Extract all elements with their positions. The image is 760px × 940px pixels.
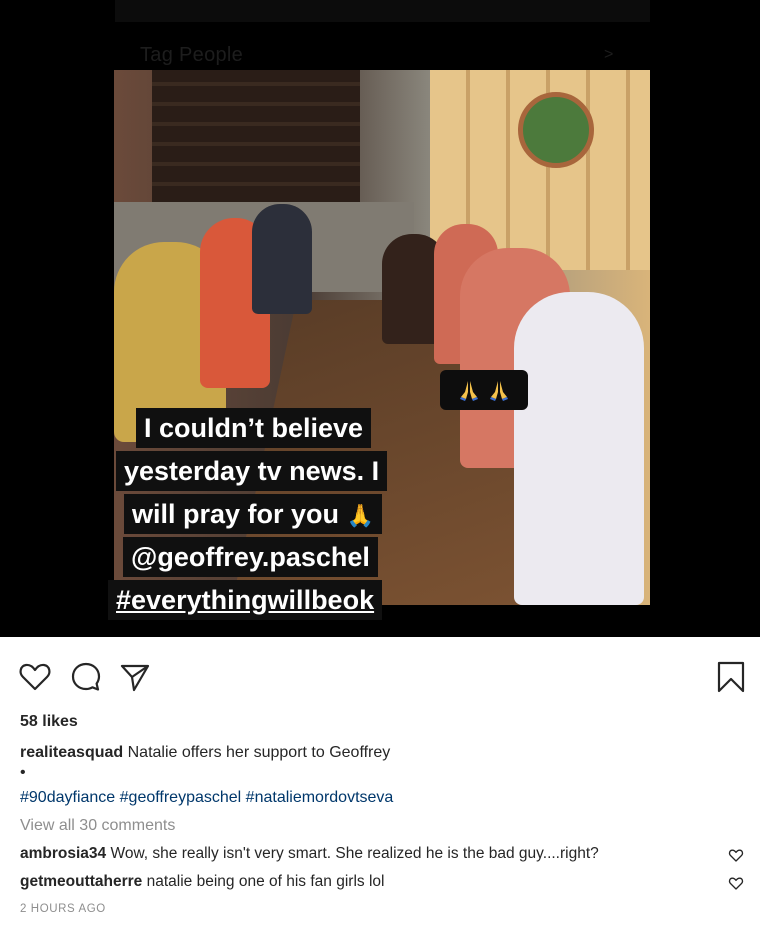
share-icon[interactable] <box>118 660 152 694</box>
comment-text: Wow, she really isn't very smart. She re… <box>110 845 599 862</box>
post-timestamp: 2 HOURS AGO <box>20 903 106 915</box>
person-dark-shirt <box>252 204 312 314</box>
caption-hashtag[interactable]: #everythingwillbeok <box>108 580 383 620</box>
hashtag-link[interactable]: #90dayfiance <box>20 789 115 806</box>
action-bar <box>0 652 760 700</box>
bookmark-icon[interactable] <box>714 660 748 694</box>
tag-people-hint: Tag People <box>140 44 244 66</box>
tag-people-arrow: > <box>604 46 614 63</box>
hashtag-link[interactable]: #nataliemordovtseva <box>246 789 394 806</box>
caption-text: Natalie offers her support to Geoffrey <box>127 744 391 761</box>
person-white-cardigan <box>514 292 644 605</box>
caption-line-2: yesterday tv news. I <box>116 451 388 491</box>
caption-line-3: will pray for you 🙏 <box>124 494 382 534</box>
comment-icon[interactable] <box>69 660 103 694</box>
comment-username[interactable]: getmeouttaherre <box>20 873 142 890</box>
comment-like-heart-icon[interactable] <box>728 847 744 863</box>
clover-emblem <box>518 92 594 168</box>
heart-icon[interactable] <box>18 660 52 694</box>
wine-rack <box>152 70 360 202</box>
story-top-bar <box>115 0 650 22</box>
author-username[interactable]: realiteasquad <box>20 744 123 761</box>
comment-row: getmeouttaherre natalie being one of his… <box>20 873 384 891</box>
caption-line-1: I couldn’t believe <box>136 408 372 448</box>
hashtag-link[interactable]: #geoffreypaschel <box>120 789 242 806</box>
view-all-comments-link[interactable]: View all 30 comments <box>20 817 175 835</box>
comment-text: natalie being one of his fan girls lol <box>146 873 385 890</box>
caption-bullet: • <box>20 764 26 781</box>
post-caption: realiteasquad Natalie offers her support… <box>20 744 390 762</box>
comment-username[interactable]: ambrosia34 <box>20 845 106 862</box>
likes-count[interactable]: 58 likes <box>20 713 78 731</box>
hashtag-list: #90dayfiance #geoffreypaschel #nataliemo… <box>20 789 393 807</box>
comment-like-heart-icon[interactable] <box>728 875 744 891</box>
post-media[interactable]: Tag People > I couldn’t believe yesterda… <box>0 0 760 637</box>
pray-icon <box>460 381 478 401</box>
caption-line-3-text: will pray for you <box>132 499 340 529</box>
pray-icon <box>490 381 508 401</box>
prayer-emoji-sticker <box>440 370 528 410</box>
pray-emoji: 🙏 <box>346 503 374 528</box>
caption-mention[interactable]: @geoffrey.paschel <box>123 537 378 577</box>
comment-row: ambrosia34 Wow, she really isn't very sm… <box>20 845 599 863</box>
